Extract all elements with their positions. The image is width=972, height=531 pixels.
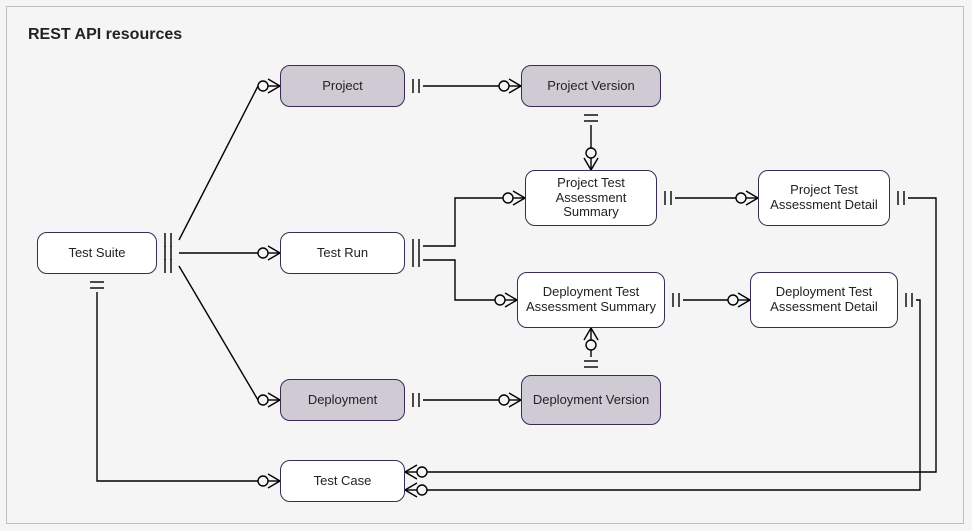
entity-label: Deployment xyxy=(308,393,377,408)
entity-proj-detail: Project Test Assessment Detail xyxy=(758,170,890,226)
entity-label: Test Run xyxy=(317,246,368,261)
entity-label: Project xyxy=(322,79,362,94)
entity-test-suite: Test Suite xyxy=(37,232,157,274)
entity-label: Test Case xyxy=(314,474,372,489)
entity-label: Deployment Test Assessment Summary xyxy=(524,285,658,315)
entity-project-version: Project Version xyxy=(521,65,661,107)
entity-proj-summary: Project Test Assessment Summary xyxy=(525,170,657,226)
entity-label: Project Version xyxy=(547,79,634,94)
entity-label: Project Test Assessment Summary xyxy=(532,176,650,221)
entity-project: Project xyxy=(280,65,405,107)
entity-test-case: Test Case xyxy=(280,460,405,502)
entity-depl-version: Deployment Version xyxy=(521,375,661,425)
entity-test-run: Test Run xyxy=(280,232,405,274)
entity-label: Deployment Version xyxy=(533,393,649,408)
entity-label: Deployment Test Assessment Detail xyxy=(757,285,891,315)
entity-deployment: Deployment xyxy=(280,379,405,421)
entity-depl-detail: Deployment Test Assessment Detail xyxy=(750,272,898,328)
entity-depl-summary: Deployment Test Assessment Summary xyxy=(517,272,665,328)
entity-label: Project Test Assessment Detail xyxy=(765,183,883,213)
entity-label: Test Suite xyxy=(68,246,125,261)
diagram-canvas: REST API resources Test Suite Project Pr… xyxy=(0,0,972,531)
